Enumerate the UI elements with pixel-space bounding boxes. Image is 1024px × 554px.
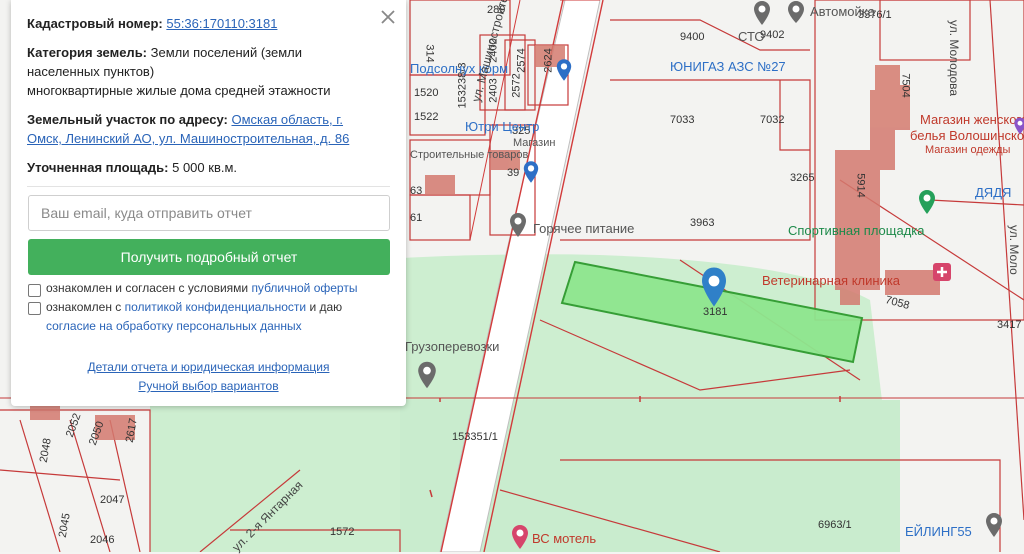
parcel-label: 1522 — [414, 111, 439, 123]
poi-label: СТО — [738, 29, 765, 44]
parcel-label: 153351/1 — [452, 431, 498, 443]
sport-pin-icon[interactable] — [917, 188, 937, 216]
map-pin-icon[interactable] — [984, 512, 1004, 538]
land-category-label: Категория земель: — [27, 45, 148, 60]
parcel-label: 1572 — [330, 526, 355, 538]
poi-label: ДЯДЯ — [975, 185, 1012, 200]
public-offer-link[interactable]: публичной оферты — [251, 281, 357, 295]
poi-label: ЕЙЛИНГ55 — [905, 524, 972, 539]
poi-label: Автомойка — [810, 4, 875, 19]
motel-pin-icon[interactable] — [510, 524, 530, 550]
manual-selection-link[interactable]: Ручной выбор вариантов — [138, 379, 278, 393]
area-row: Уточненная площадь: 5 000 кв.м. — [27, 158, 390, 177]
parcel-label: 3963 — [690, 217, 715, 229]
land-category-value-line2: населенных пунктов) — [27, 64, 155, 79]
manual-link-row: Ручной выбор вариантов — [11, 379, 406, 393]
area-label: Уточненная площадь: — [27, 160, 169, 175]
area-value: 5 000 кв.м. — [172, 160, 238, 175]
address-label: Земельный участок по адресу: — [27, 112, 228, 127]
poi-label: Грузоперевозки — [405, 339, 500, 354]
cadastral-label: Кадастровый номер: — [27, 16, 163, 31]
selected-location-marker-icon[interactable] — [699, 266, 729, 308]
personal-data-consent-link[interactable]: согласие на обработку персональных данны… — [46, 319, 302, 333]
poi-label: Горячее питание — [533, 221, 635, 236]
address-row: Земельный участок по адресу: Омская обла… — [27, 110, 390, 129]
offer-consent-label: ознакомлен и согласен с условиями — [46, 281, 252, 295]
parcel-label: 7504 — [899, 73, 912, 98]
parcel-label: 7032 — [760, 114, 785, 126]
food-pin-icon[interactable] — [508, 212, 528, 238]
land-permitted-use: многоквартирные жилые дома средней этажн… — [27, 83, 331, 98]
poi-label: Магазин одежды — [925, 144, 1011, 156]
map-pin-icon[interactable] — [752, 0, 772, 26]
poi-label: Магазин женского — [920, 112, 1024, 127]
shop-pin-icon[interactable] — [555, 58, 573, 82]
parcel-label: 7033 — [670, 114, 695, 126]
parcel-info-panel: Кадастровый номер: 55:36:170110:3181 Кат… — [11, 0, 406, 406]
parcel-label: 2572 — [510, 73, 523, 98]
cargo-pin-icon[interactable] — [416, 360, 438, 390]
get-report-button[interactable]: Получить подробный отчет — [28, 239, 390, 275]
parcel-label: 3417 — [997, 319, 1022, 331]
parcel-label: 5914 — [854, 173, 867, 198]
parcel-label: 1520 — [414, 87, 439, 99]
poi-label: Подсолнух корм — [410, 61, 509, 76]
poi-label: ВС мотель — [532, 531, 597, 546]
report-details-link[interactable]: Детали отчета и юридическая информация — [88, 360, 330, 374]
privacy-consent-checkbox[interactable] — [28, 302, 41, 315]
street-label: ул. Моло — [1007, 225, 1021, 275]
parcel-label: 2046 — [90, 534, 115, 546]
address-link[interactable]: Омская область, г. — [231, 112, 343, 127]
cadastral-number-link[interactable]: 55:36:170110:3181 — [166, 16, 277, 31]
parcel-label: 9400 — [680, 31, 705, 43]
parcel-label: 63 — [410, 185, 423, 197]
parcel-label: 39 — [507, 167, 520, 179]
poi-label: белья Волошинское — [910, 128, 1024, 143]
poi-label: Магазин — [513, 137, 556, 149]
parcel-label: 2574 — [515, 48, 528, 73]
shop-pin-icon[interactable] — [1013, 114, 1024, 138]
address-row-line2: Омск, Ленинский АО, ул. Машиностроительн… — [27, 129, 390, 148]
privacy-consent-label-2: и даю — [306, 300, 343, 314]
parcel-label: 61 — [410, 212, 423, 224]
land-category-value: Земли поселений (земли — [150, 45, 302, 60]
parcel-label-selected: 3181 — [703, 306, 728, 318]
email-input[interactable] — [28, 195, 390, 231]
parcel-label: 314 — [423, 44, 436, 63]
poi-label: ЮНИГАЗ АЗС №27 — [670, 59, 786, 74]
parcel-label: 3265 — [790, 172, 815, 184]
parcel-label: 6963/1 — [818, 519, 852, 531]
divider — [27, 186, 390, 187]
privacy-policy-link[interactable]: политикой конфиденциальности — [125, 300, 306, 314]
parcel-label: 2047 — [100, 494, 125, 506]
land-category-row: Категория земель: Земли поселений (земли — [27, 43, 390, 62]
poi-label: Ветеринарная клиника — [762, 273, 901, 288]
details-link-row: Детали отчета и юридическая информация — [11, 360, 406, 374]
poi-label: Строительные товаров — [410, 149, 529, 161]
privacy-consent-label: ознакомлен с — [46, 300, 125, 314]
poi-label: Спортивная площадка — [788, 223, 925, 238]
poi-label: Ютри Центр — [465, 119, 540, 134]
map-pin-icon[interactable] — [786, 0, 806, 24]
vet-clinic-icon[interactable] — [932, 262, 952, 282]
offer-consent-text: ознакомлен и согласен с условиями публич… — [46, 279, 390, 298]
parcel-label: 2403 — [487, 78, 500, 103]
parcel-label: 2624 — [542, 48, 555, 73]
privacy-consent-text: ознакомлен с политикой конфиденциальност… — [46, 298, 390, 317]
cadastral-number-row: Кадастровый номер: 55:36:170110:3181 — [27, 14, 390, 33]
address-link-line2[interactable]: Омск, Ленинский АО, ул. Машиностроительн… — [27, 131, 349, 146]
shop-pin-icon[interactable] — [522, 160, 540, 184]
privacy-consent-text-line2: согласие на обработку персональных данны… — [46, 317, 390, 336]
offer-consent-checkbox[interactable] — [28, 284, 41, 297]
street-label: ул. Молодова — [947, 20, 961, 97]
